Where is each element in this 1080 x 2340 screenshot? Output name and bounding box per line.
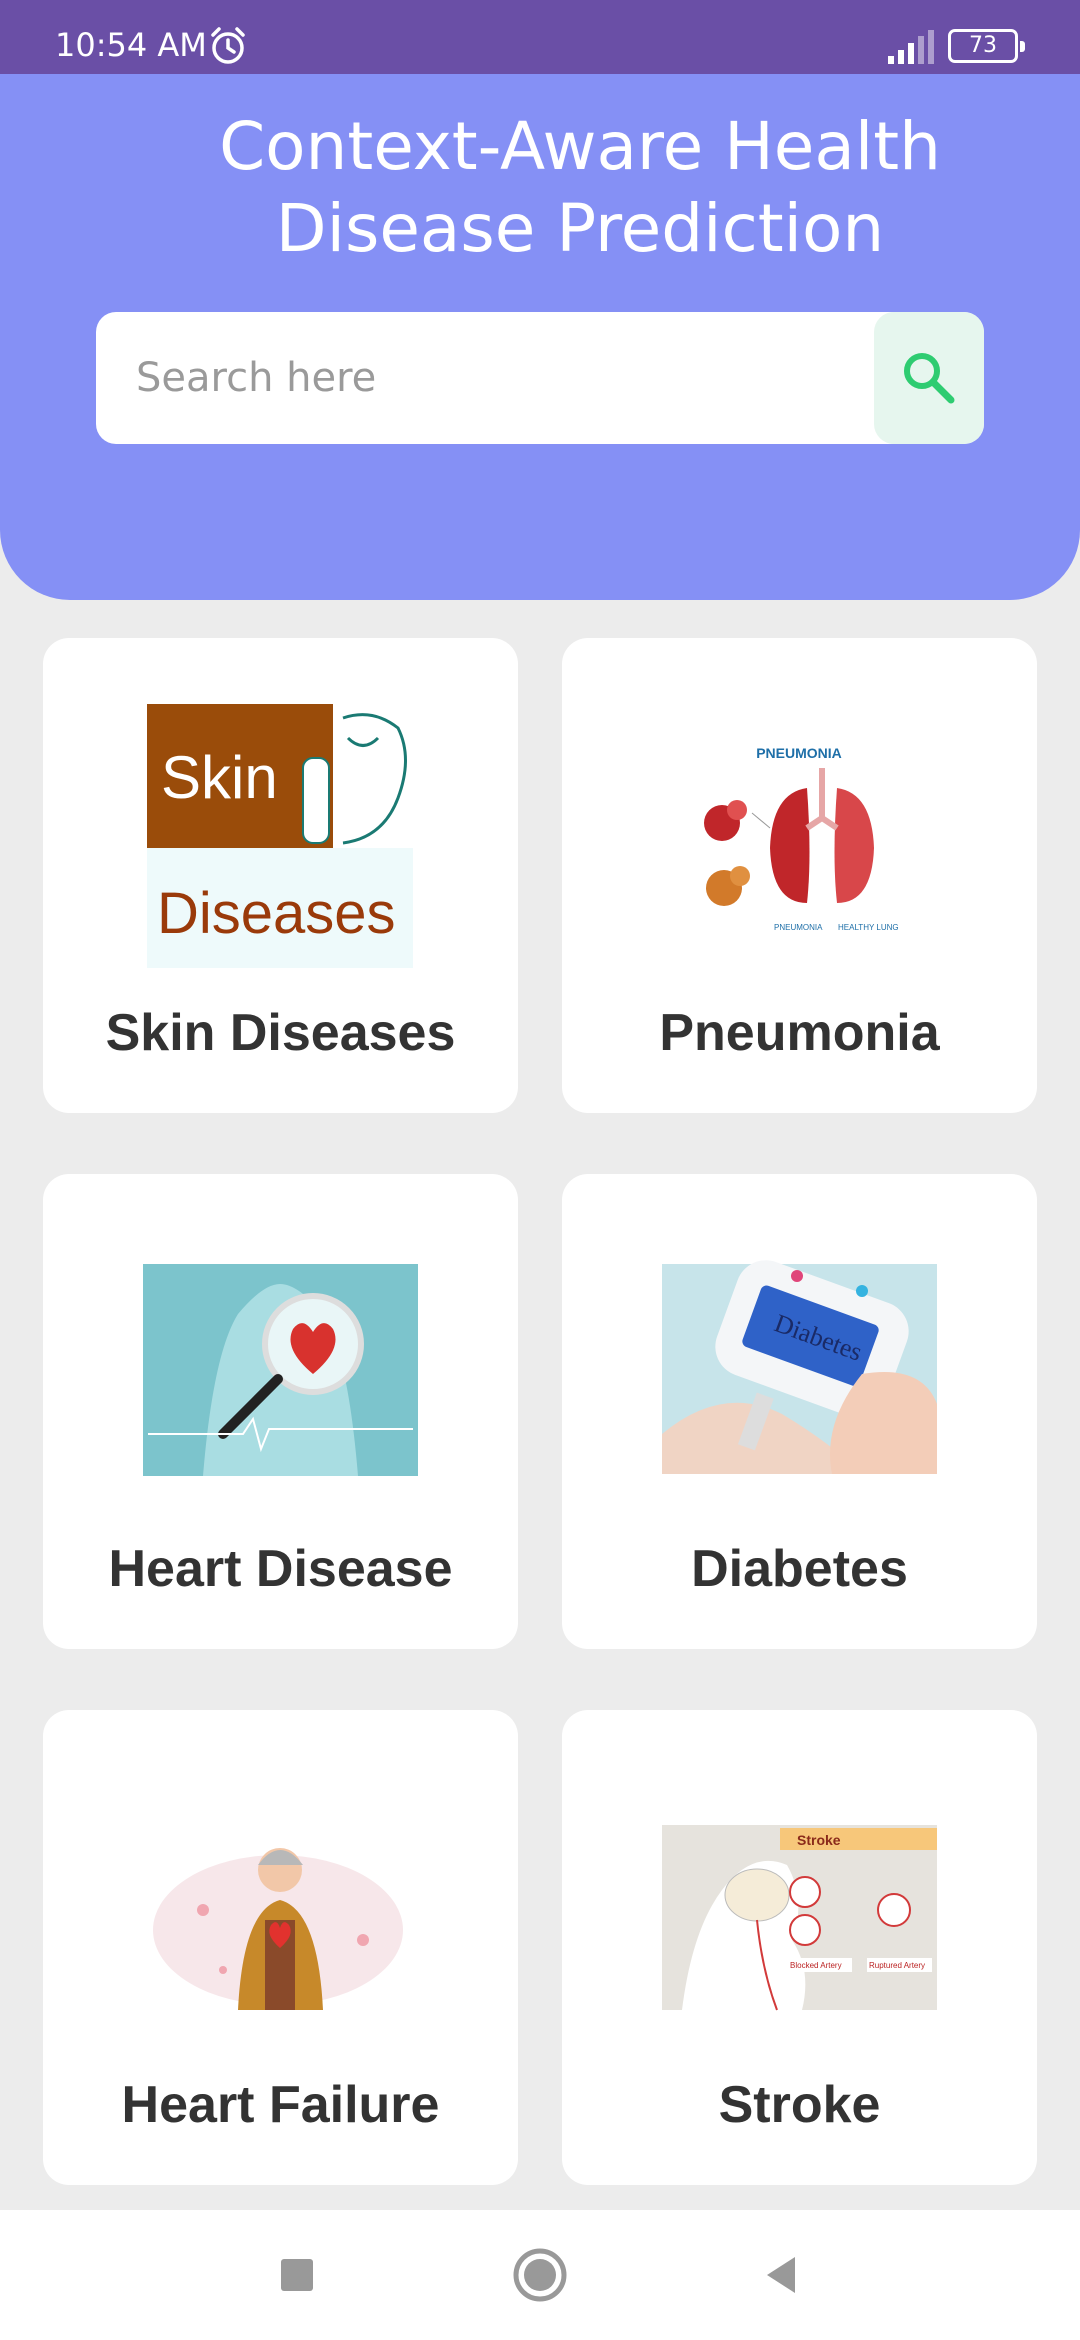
system-nav-bar [0, 2210, 1080, 2340]
back-icon [767, 2257, 795, 2293]
skin-image-text-bottom: Diseases [157, 881, 396, 946]
pneumonia-image-title: PNEUMONIA [756, 745, 842, 761]
heart-magnifier-image [143, 1264, 418, 1476]
stroke-diagram-image: Stroke Blocked Artery Ruptured Artery [662, 1825, 937, 2011]
card-label: Heart Failure [121, 2076, 440, 2134]
search-button[interactable] [874, 312, 984, 444]
card-heart-disease[interactable]: Heart Disease [43, 1174, 518, 1649]
recent-apps-icon [281, 2259, 313, 2291]
app-title: Context-Aware Health Disease Prediction [219, 108, 941, 267]
card-pneumonia[interactable]: PNEUMONIA PNEUMONIA HEALTHY LUNG Pneumon… [562, 638, 1037, 1113]
stroke-caption-left: Blocked Artery [790, 1961, 842, 1970]
search-input[interactable] [136, 312, 916, 444]
card-heart-failure[interactable]: Heart Failure [43, 1710, 518, 2185]
card-label: Heart Disease [108, 1540, 453, 1598]
status-time: 10:54 AM [55, 26, 207, 64]
card-diabetes[interactable]: Diabetes Diabetes [562, 1174, 1037, 1649]
pneumonia-caption-left: PNEUMONIA [774, 923, 823, 932]
glucose-meter-image: Diabetes [662, 1260, 937, 1474]
skin-diseases-image: Skin Diseases [147, 704, 413, 968]
back-button[interactable] [746, 2240, 816, 2310]
card-skin-diseases[interactable]: Skin Diseases Skin Diseases [43, 638, 518, 1113]
card-label: Pneumonia [659, 1004, 940, 1062]
signal-icon [888, 30, 934, 64]
recent-apps-button[interactable] [262, 2240, 332, 2310]
battery-icon: 73 [948, 29, 1025, 63]
search-box [96, 312, 984, 444]
heart-failure-illustration [153, 1848, 403, 2010]
pneumonia-lungs-image: PNEUMONIA PNEUMONIA HEALTHY LUNG [704, 745, 899, 932]
card-label: Stroke [718, 2076, 881, 2134]
skin-image-text-top: Skin [161, 744, 278, 811]
home-button[interactable] [505, 2240, 575, 2310]
battery-level: 73 [969, 33, 997, 58]
pneumonia-caption-right: HEALTHY LUNG [838, 923, 899, 932]
card-label: Skin Diseases [105, 1004, 456, 1062]
card-stroke[interactable]: Stroke Blocked Artery Ruptured Artery St… [562, 1710, 1037, 2185]
status-bar: 10:54 AM 73 [0, 0, 1080, 74]
card-label: Diabetes [691, 1540, 908, 1598]
home-icon [513, 2248, 567, 2302]
search-icon [904, 353, 955, 404]
alarm-icon [211, 27, 245, 64]
stroke-image-title: Stroke [797, 1832, 841, 1848]
stroke-caption-right: Ruptured Artery [869, 1961, 925, 1970]
